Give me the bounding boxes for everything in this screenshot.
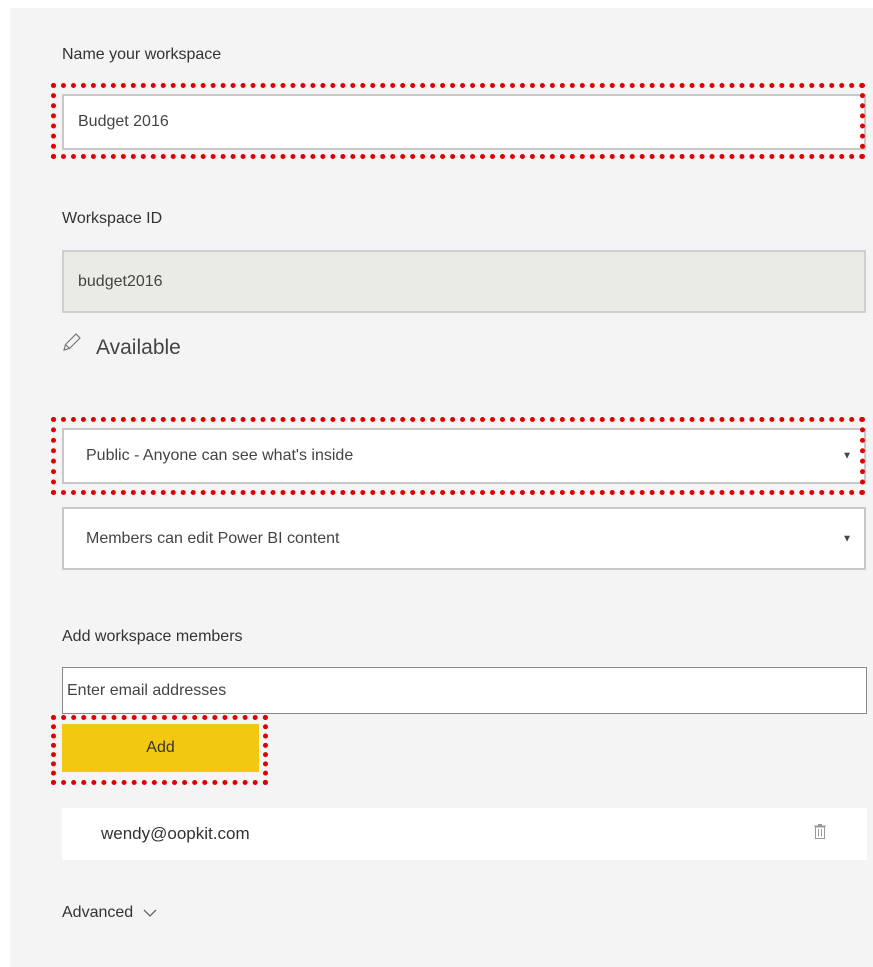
workspace-name-field[interactable]: Budget 2016 bbox=[62, 94, 866, 150]
pencil-icon[interactable] bbox=[60, 330, 84, 359]
permission-select[interactable]: Members can edit Power BI content ▼ bbox=[62, 507, 866, 570]
member-row: wendy@oopkit.com bbox=[62, 808, 867, 860]
workspace-id-value: budget2016 bbox=[78, 272, 163, 290]
email-input[interactable] bbox=[62, 667, 867, 714]
availability-status: Available bbox=[96, 336, 181, 359]
permission-select-value: Members can edit Power BI content bbox=[86, 529, 340, 547]
dropdown-caret-icon: ▼ bbox=[842, 533, 852, 544]
workspace-name-value: Budget 2016 bbox=[78, 113, 169, 130]
workspace-id-field: budget2016 bbox=[62, 250, 866, 313]
advanced-label: Advanced bbox=[62, 904, 134, 921]
members-label: Add workspace members bbox=[62, 628, 243, 645]
privacy-select[interactable]: Public - Anyone can see what's inside ▼ bbox=[62, 428, 866, 484]
advanced-toggle[interactable]: Advanced bbox=[62, 904, 157, 922]
privacy-select-value: Public - Anyone can see what's inside bbox=[86, 447, 354, 464]
add-button[interactable]: Add bbox=[62, 724, 259, 772]
workspace-id-label: Workspace ID bbox=[62, 210, 163, 227]
chevron-down-icon bbox=[143, 909, 157, 917]
member-email: wendy@oopkit.com bbox=[101, 824, 250, 843]
dropdown-caret-icon: ▼ bbox=[842, 450, 852, 462]
workspace-name-label: Name your workspace bbox=[62, 46, 222, 63]
trash-icon[interactable] bbox=[813, 824, 827, 845]
